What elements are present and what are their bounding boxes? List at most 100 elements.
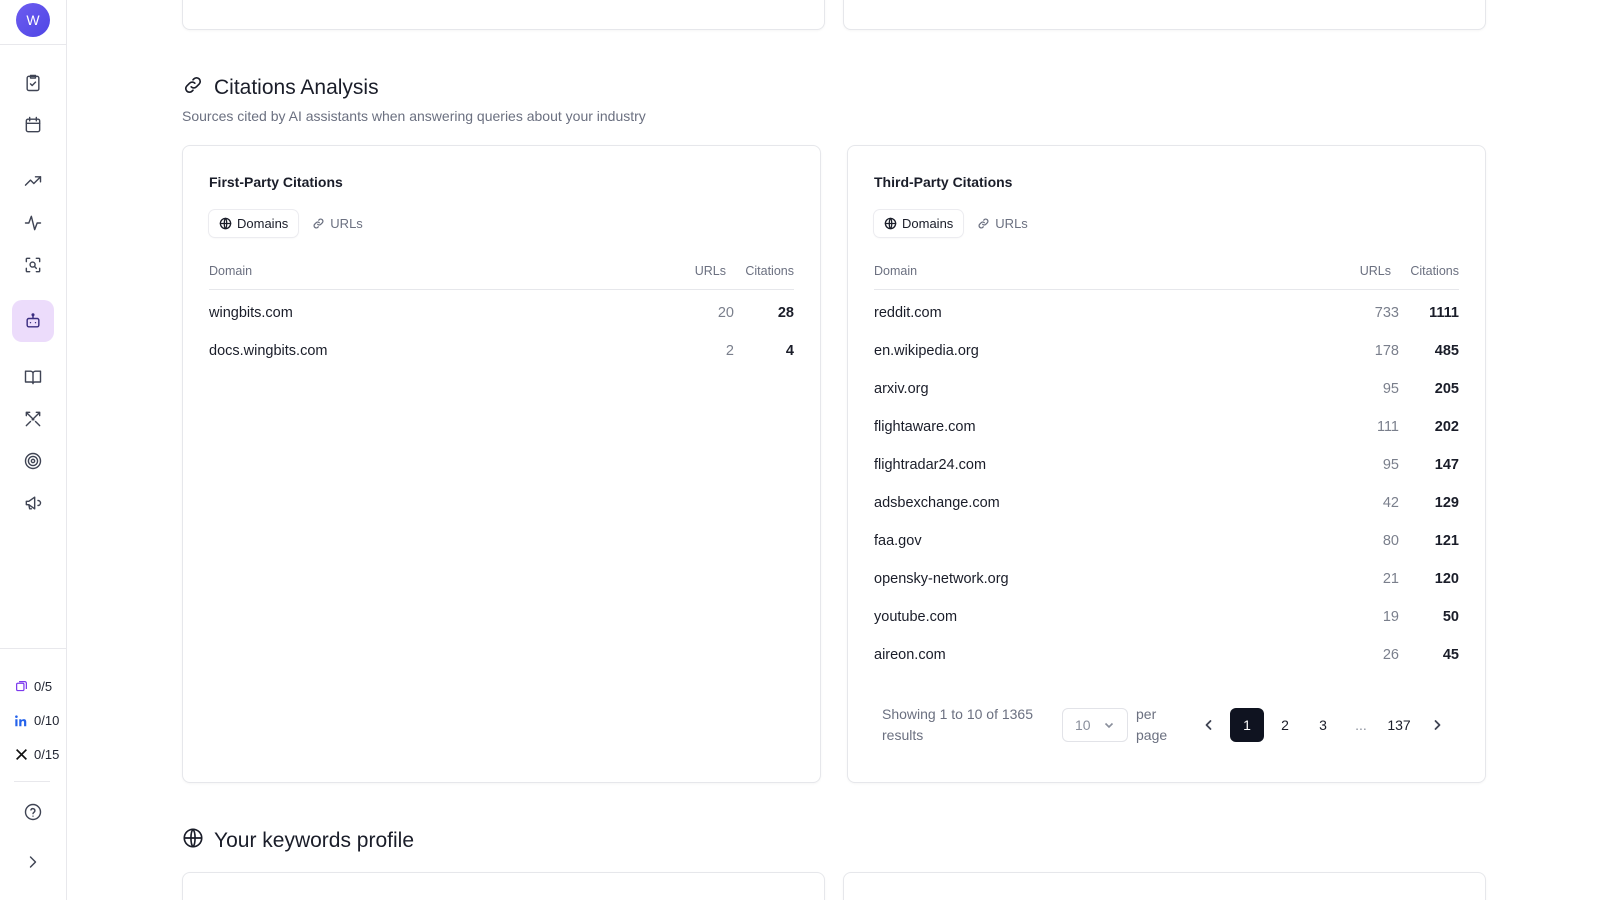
trending-up-icon[interactable] xyxy=(18,166,48,196)
page-button[interactable]: 137 xyxy=(1382,708,1416,742)
link-icon xyxy=(182,74,204,102)
row-domain: youtube.com xyxy=(874,609,958,625)
table-row[interactable]: docs.wingbits.com 2 4 xyxy=(209,334,794,372)
x-icon xyxy=(14,748,28,762)
col-domain[interactable]: Domain xyxy=(209,264,252,278)
prev-page-button[interactable] xyxy=(1192,708,1226,742)
globe-icon xyxy=(182,827,204,855)
row-citations: 147 xyxy=(1434,457,1459,473)
bot-icon[interactable] xyxy=(12,300,54,342)
view-toggle: Domains URLs xyxy=(874,210,1038,237)
previous-card-left xyxy=(182,0,825,30)
chevron-left-icon xyxy=(1205,720,1212,730)
table-row[interactable]: faa.gov 80 121 xyxy=(874,524,1459,562)
link-icon xyxy=(313,218,324,229)
table-row[interactable]: opensky-network.org 21 120 xyxy=(874,562,1459,600)
row-urls: 95 xyxy=(1382,381,1399,397)
pagination-ellipsis: ... xyxy=(1355,717,1367,733)
scan-search-icon[interactable] xyxy=(18,250,48,280)
table-header: Domain URLs Citations xyxy=(874,264,1459,290)
citations-section-title: Citations Analysis xyxy=(182,74,379,102)
pagination: Showing 1 to 10 of 1365 results 10 per p… xyxy=(874,702,1459,752)
first-party-card: First-Party Citations Domains URLs Domai… xyxy=(182,145,821,783)
page-button[interactable]: 1 xyxy=(1230,708,1264,742)
sidebar-divider xyxy=(0,648,66,649)
keywords-card-left xyxy=(182,872,825,900)
row-domain: flightradar24.com xyxy=(874,457,987,473)
row-domain: reddit.com xyxy=(874,305,942,321)
row-domain: arxiv.org xyxy=(874,381,929,397)
first-party-title: First-Party Citations xyxy=(209,174,343,190)
table-row[interactable]: aireon.com 26 45 xyxy=(874,638,1459,676)
table-row[interactable]: wingbits.com 20 28 xyxy=(209,296,794,334)
chevron-right-icon[interactable] xyxy=(18,847,48,877)
target-icon[interactable] xyxy=(18,446,48,476)
help-circle-icon[interactable] xyxy=(18,797,48,827)
row-domain: wingbits.com xyxy=(209,305,293,321)
calendar-icon[interactable] xyxy=(18,110,48,140)
stack-icon xyxy=(14,680,28,694)
page-title: Citations Analysis xyxy=(214,76,379,99)
row-urls: 95 xyxy=(1382,457,1399,473)
table-row[interactable]: flightaware.com 111 202 xyxy=(874,410,1459,448)
quota-label: 0/15 xyxy=(34,747,60,762)
table-row[interactable]: youtube.com 19 50 xyxy=(874,600,1459,638)
row-urls: 42 xyxy=(1382,495,1399,511)
row-urls: 21 xyxy=(1382,571,1399,587)
row-citations: 121 xyxy=(1434,533,1459,549)
tab-urls[interactable]: URLs xyxy=(967,210,1038,237)
row-citations: 129 xyxy=(1434,495,1459,511)
third-party-card: Third-Party Citations Domains URLs Domai… xyxy=(847,145,1486,783)
row-domain: en.wikipedia.org xyxy=(874,343,979,359)
tab-urls[interactable]: URLs xyxy=(302,210,373,237)
row-domain: flightaware.com xyxy=(874,419,976,435)
table-row[interactable]: flightradar24.com 95 147 xyxy=(874,448,1459,486)
third-party-title: Third-Party Citations xyxy=(874,174,1013,190)
activity-icon[interactable] xyxy=(18,208,48,238)
quota-stack: 0/5 xyxy=(14,679,52,694)
view-toggle: Domains URLs xyxy=(209,210,373,237)
row-citations: 45 xyxy=(1442,647,1459,663)
tab-domains[interactable]: Domains xyxy=(209,210,299,237)
row-urls: 80 xyxy=(1382,533,1399,549)
book-open-icon[interactable] xyxy=(18,362,48,392)
pagination-info: Showing 1 to 10 of 1365 results xyxy=(882,706,1034,743)
row-domain: docs.wingbits.com xyxy=(209,343,328,359)
row-domain: aireon.com xyxy=(874,647,946,663)
swords-icon[interactable] xyxy=(18,404,48,434)
col-citations[interactable]: Citations xyxy=(745,264,794,278)
quota-x: 0/15 xyxy=(14,747,59,762)
per-page-label: per page xyxy=(1136,706,1168,743)
quota-label: 0/5 xyxy=(34,679,53,694)
clipboard-check-icon[interactable] xyxy=(18,68,48,98)
avatar[interactable]: W xyxy=(16,3,50,37)
row-citations: 50 xyxy=(1442,609,1459,625)
row-urls: 733 xyxy=(1374,305,1399,321)
col-urls[interactable]: URLs xyxy=(695,264,726,278)
table-row[interactable]: arxiv.org 95 205 xyxy=(874,372,1459,410)
sidebar-divider xyxy=(14,781,50,782)
megaphone-icon[interactable] xyxy=(18,488,48,518)
row-urls: 20 xyxy=(717,305,734,321)
page-button[interactable]: 3 xyxy=(1306,708,1340,742)
col-domain[interactable]: Domain xyxy=(874,264,917,278)
table-row[interactable]: reddit.com 733 1111 xyxy=(874,296,1459,334)
chevron-down-icon xyxy=(1104,722,1114,729)
col-citations[interactable]: Citations xyxy=(1410,264,1459,278)
row-citations: 4 xyxy=(785,343,794,359)
per-page-select[interactable]: 10 xyxy=(1062,708,1128,742)
next-page-button[interactable] xyxy=(1420,708,1454,742)
table-row[interactable]: adsbexchange.com 42 129 xyxy=(874,486,1459,524)
col-urls[interactable]: URLs xyxy=(1360,264,1391,278)
row-urls: 19 xyxy=(1382,609,1399,625)
citations-subtitle: Sources cited by AI assistants when answ… xyxy=(182,108,646,124)
table-header: Domain URLs Citations xyxy=(209,264,794,290)
chevron-right-icon xyxy=(1434,720,1441,730)
table-row[interactable]: en.wikipedia.org 178 485 xyxy=(874,334,1459,372)
row-citations: 485 xyxy=(1434,343,1459,359)
row-citations: 1111 xyxy=(1429,305,1459,321)
row-urls: 178 xyxy=(1374,343,1399,359)
row-citations: 120 xyxy=(1434,571,1459,587)
tab-domains[interactable]: Domains xyxy=(874,210,964,237)
page-button[interactable]: 2 xyxy=(1268,708,1302,742)
